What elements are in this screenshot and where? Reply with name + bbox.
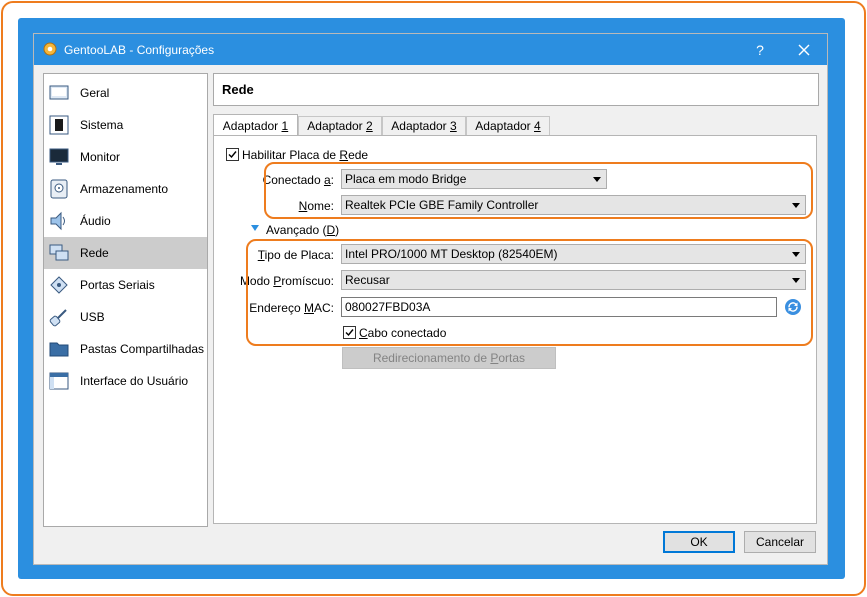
window-title: GentooLAB - Configurações [64, 43, 215, 57]
gear-icon [43, 42, 57, 56]
enable-adapter-label: Habilitar Placa de Rede [242, 148, 369, 162]
sidebar-item-armazenamento[interactable]: Armazenamento [44, 173, 207, 205]
sidebar-item-label: Sistema [80, 118, 124, 132]
tab-adaptador-3[interactable]: Adaptador 3 [382, 116, 466, 136]
tab-adaptador-1[interactable]: Adaptador 1 [213, 114, 298, 137]
sidebar-item-interface-usuario[interactable]: Interface do Usuário [44, 365, 207, 397]
speaker-icon [50, 211, 65, 231]
title-bar: GentooLAB - Configurações ? [34, 34, 827, 65]
general-icon [49, 85, 69, 100]
usb-icon [49, 309, 67, 327]
sidebar-item-pastas-compartilhadas[interactable]: Pastas Compartilhadas [44, 333, 207, 365]
checkmark-icon [228, 151, 237, 159]
advanced-toggle-label[interactable]: Avançado (D) [266, 223, 339, 237]
tab-adaptador-4[interactable]: Adaptador 4 [466, 116, 550, 136]
sidebar-item-label: Geral [80, 86, 110, 100]
serial-port-icon [50, 276, 68, 294]
ok-button[interactable]: OK [663, 531, 735, 553]
sidebar-item-monitor[interactable]: Monitor [44, 141, 207, 173]
enable-adapter-checkbox[interactable] [226, 148, 239, 161]
chip-icon [49, 115, 69, 135]
sidebar-item-rede[interactable]: Rede [44, 237, 207, 269]
port-forwarding-button[interactable]: Redirecionamento de Portas [342, 347, 556, 369]
sidebar-item-label: Rede [80, 246, 109, 260]
page-header: Rede [213, 73, 819, 106]
sidebar-item-label: Armazenamento [80, 182, 169, 196]
sidebar-item-label: Pastas Compartilhadas [80, 342, 205, 356]
sidebar-item-portas-seriais[interactable]: Portas Seriais [44, 269, 207, 301]
expand-triangle-icon[interactable] [251, 225, 259, 231]
sidebar-item-audio[interactable]: Áudio [44, 205, 207, 237]
cancel-button[interactable]: Cancelar [744, 531, 816, 553]
disk-icon [50, 179, 68, 199]
tab-adaptador-2[interactable]: Adaptador 2 [298, 116, 382, 136]
sidebar-item-label: USB [80, 310, 105, 324]
close-icon[interactable] [794, 40, 814, 60]
window-icon [49, 372, 69, 390]
folder-icon [49, 342, 69, 357]
settings-sidebar: Geral Sistema Monitor Armazenamento Áudi… [43, 73, 208, 527]
sidebar-item-usb[interactable]: USB [44, 301, 207, 333]
sidebar-item-label: Interface do Usuário [80, 374, 189, 388]
settings-dialog: GentooLAB - Configurações ? Geral Sistem… [33, 33, 828, 565]
help-button[interactable]: ? [750, 40, 770, 60]
sidebar-item-geral[interactable]: Geral [44, 77, 207, 109]
page-title: Rede [222, 82, 254, 97]
sidebar-item-label: Monitor [80, 150, 121, 164]
network-icon [49, 244, 69, 261]
sidebar-item-sistema[interactable]: Sistema [44, 109, 207, 141]
highlight-connection [264, 162, 813, 219]
highlight-advanced [246, 239, 813, 346]
sidebar-item-label: Portas Seriais [80, 278, 155, 292]
monitor-icon [49, 148, 69, 165]
sidebar-item-label: Áudio [80, 214, 111, 228]
